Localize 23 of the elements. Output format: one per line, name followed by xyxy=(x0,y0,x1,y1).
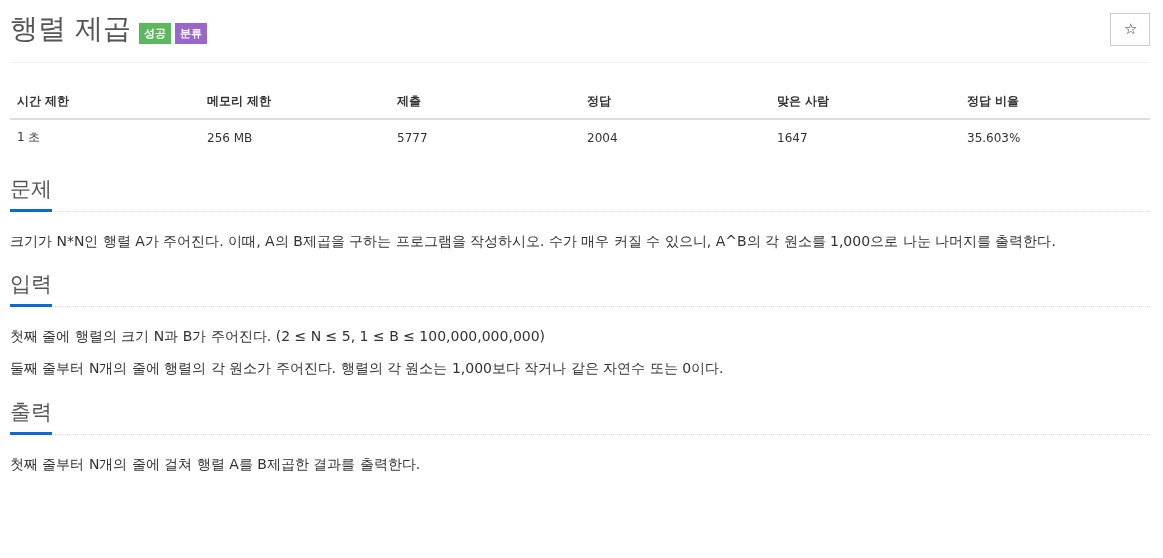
paragraph: 첫째 줄부터 N개의 줄에 걸쳐 행렬 A를 B제곱한 결과를 출력한다. xyxy=(10,454,422,473)
column-header: 정답 비율 xyxy=(960,85,1150,119)
column-header: 제출 xyxy=(390,85,580,119)
table-cell: 35.603% xyxy=(960,119,1150,155)
status-tag[interactable]: 분류 xyxy=(174,22,207,44)
column-header: 정답 xyxy=(580,85,770,119)
paragraph: 첫째 줄에 행렬의 크기 N과 B가 주어진다. (2 ≤ N ≤ 5, 1 ≤ B ≤ 100,000,000,000) xyxy=(10,327,547,346)
table-cell: 2004 xyxy=(580,119,770,155)
table-cell: 5777 xyxy=(390,119,580,155)
section-heading: 문제 xyxy=(10,175,52,212)
problem-title: 행렬 제곱 xyxy=(10,11,131,47)
column-header: 시간 제한 xyxy=(10,85,200,119)
table-cell: 1 초 xyxy=(10,119,200,155)
status-tag[interactable]: 성공 xyxy=(138,22,171,44)
section-heading: 입력 xyxy=(10,270,52,308)
table-cell: 1647 xyxy=(770,119,960,155)
table-cell: 256 MB xyxy=(200,119,390,155)
section-heading: 출력 xyxy=(10,397,52,435)
paragraph: 둘째 줄부터 N개의 줄에 행렬의 각 원소가 주어진다. 행렬의 각 원소는 1,000보다 작거나 같은 자연수 또는 0이다. xyxy=(10,359,725,378)
paragraph: 크기가 N*N인 행렬 A가 주어진다. 이때, A의 B제곱을 구하는 프로그램을 작성하시오. 수가 매우 커질 수 있으니, A^B의 각 원소를 1,000으로 나눈 나머지를 출력한다. xyxy=(10,232,1057,251)
favorite-button[interactable]: ☆ xyxy=(1110,12,1150,46)
column-header: 맞은 사람 xyxy=(770,85,960,119)
column-header: 메모리 제한 xyxy=(200,85,390,119)
